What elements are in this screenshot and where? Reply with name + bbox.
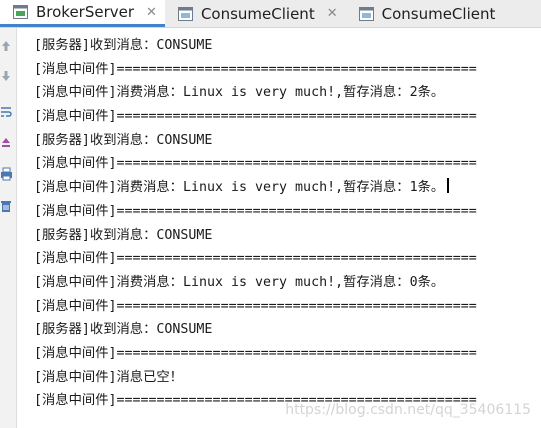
console-icon (358, 6, 374, 21)
console-icon (13, 5, 28, 19)
console-line: [服务器]收到消息：CONSUME (34, 38, 213, 53)
close-icon[interactable]: ✕ (327, 6, 338, 21)
console-line: [服务器]收到消息：CONSUME (34, 132, 213, 148)
scroll-end-icon[interactable] (0, 134, 12, 148)
tab-consume-client-2[interactable]: ConsumeClient (346, 0, 504, 27)
tab-bar: BrokerServer ✕ ConsumeClient ✕ ConsumeCl… (0, 0, 541, 28)
console-line: [消息中间件]=================================… (34, 109, 477, 125)
arrow-up-icon[interactable] (0, 38, 12, 52)
console-line: [服务器]收到消息：CONSUME (34, 227, 213, 243)
console-line: [消息中间件]=================================… (34, 298, 477, 314)
wrap-icon[interactable] (0, 104, 12, 118)
close-icon[interactable]: ✕ (146, 5, 157, 20)
tab-label: ConsumeClient (381, 4, 496, 23)
console-line: [消息中间件]=================================… (34, 251, 477, 267)
console-toolbar (0, 28, 17, 428)
console-line: [消息中间件]=================================… (34, 156, 477, 172)
console-line: [消息中间件]消息已空！ (34, 369, 183, 385)
text-caret (447, 178, 450, 194)
trash-icon[interactable] (0, 198, 12, 212)
watermark: https://blog.csdn.net/qq_35406115 (285, 402, 531, 418)
tab-consume-client-1[interactable]: ConsumeClient ✕ (165, 0, 346, 27)
console-line: [消息中间件]=================================… (34, 61, 477, 77)
console-line: [消息中间件]消费消息：Linux is very much!,暂存消息：2条。 (34, 85, 445, 101)
tab-broker-server[interactable]: BrokerServer ✕ (0, 0, 165, 27)
console-line: [服务器]收到消息：CONSUME (34, 322, 213, 338)
console-line: [消息中间件]=================================… (34, 203, 477, 219)
arrow-down-icon[interactable] (0, 68, 12, 82)
tab-label: ConsumeClient (200, 4, 315, 23)
tab-label: BrokerServer (36, 3, 135, 21)
console-line-text: [消息中间件]消费消息：Linux is very much!,暂存消息：1条。 (34, 180, 445, 196)
print-icon[interactable] (0, 166, 12, 181)
console-line: [消息中间件]=================================… (34, 345, 477, 361)
console-line: [消息中间件]消费消息：Linux is very much!,暂存消息：0条。 (34, 274, 445, 290)
console-line-with-caret: [消息中间件]消费消息：Linux is very much!,暂存消息：1条。 (34, 176, 541, 200)
console-output[interactable]: [服务器]收到消息：CONSUME [消息中间件]===============… (34, 34, 541, 428)
console-icon (177, 6, 193, 21)
